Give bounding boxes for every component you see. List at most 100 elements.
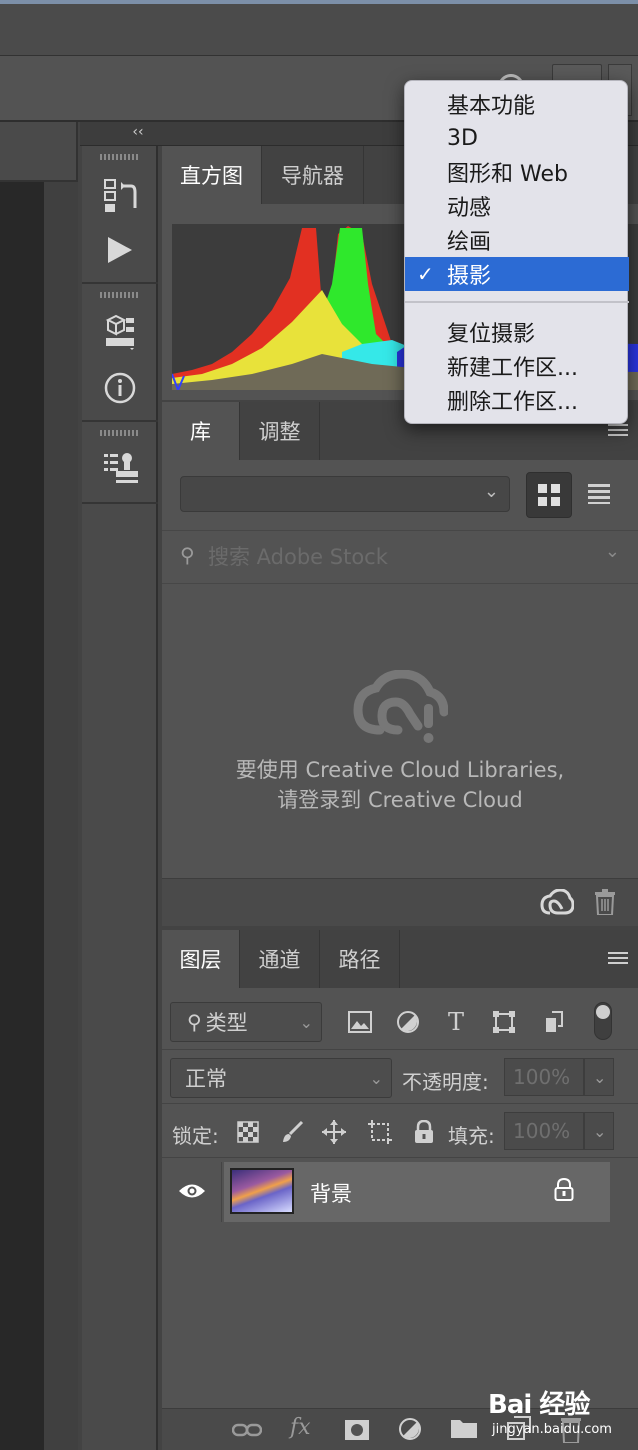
workspace-menu: 基本功能 3D 图形和 Web 动感 绘画 ✓ 摄影 复位摄影 新建工作区...… <box>404 80 629 424</box>
libraries-panel-menu-icon[interactable] <box>608 424 628 438</box>
watermark-text: Bai 经验 <box>488 1390 590 1420</box>
menu-item-painting[interactable]: 绘画 <box>405 223 629 257</box>
libraries-signin-message-line1: 要使用 Creative Cloud Libraries, <box>235 758 565 782</box>
layers-panel: 图层 通道 路径 ⚲ 类型 ⌄ T 正常 ⌄ 不透明度: 100% ⌄ 锁定: … <box>162 930 638 1450</box>
tab-channels[interactable]: 通道 <box>240 930 320 988</box>
watermark-url: jingyan.baidu.com <box>492 1422 612 1437</box>
menu-item-new-workspace[interactable]: 新建工作区... <box>405 349 629 383</box>
layer-name: 背景 <box>310 1182 352 1206</box>
lock-transparent-pixels-icon[interactable] <box>234 1118 262 1146</box>
collapsed-panel-icons <box>82 146 158 1450</box>
panel-group-grip[interactable] <box>100 154 140 160</box>
menu-item-reset-photography[interactable]: 复位摄影 <box>405 315 629 349</box>
tab-layers[interactable]: 图层 <box>162 930 240 988</box>
adjustment-icon[interactable] <box>398 1417 422 1441</box>
lock-all-icon[interactable] <box>410 1118 438 1146</box>
panel-group-grip[interactable] <box>100 430 140 436</box>
chevron-down-icon[interactable]: ⌄ <box>605 541 620 562</box>
menu-item-label: 删除工作区... <box>447 390 578 415</box>
fill-label: 填充: <box>448 1124 495 1148</box>
tab-navigator[interactable]: 导航器 <box>262 146 364 204</box>
smart-object-filter-icon[interactable] <box>540 1008 568 1036</box>
document-canvas[interactable] <box>0 182 44 1450</box>
layers-tab-bar: 图层 通道 路径 <box>162 930 638 988</box>
fill-chevron-icon[interactable]: ⌄ <box>584 1112 614 1150</box>
chevron-down-icon: ⌄ <box>483 481 499 502</box>
application-title-bar <box>0 0 638 56</box>
menu-item-delete-workspace[interactable]: 删除工作区... <box>405 383 629 417</box>
lock-image-pixels-brush-icon[interactable] <box>278 1118 306 1146</box>
filter-toggle-switch[interactable] <box>594 1002 612 1040</box>
menu-item-motion[interactable]: 动感 <box>405 189 629 223</box>
clone-source-stamp-icon[interactable] <box>100 448 140 488</box>
menu-item-label: 动感 <box>447 196 492 221</box>
panel-group-divider <box>82 420 158 422</box>
baidu-jingyan-watermark: Bai 经验 jingyan.baidu.com <box>488 1384 638 1444</box>
menu-item-label: 3D <box>447 125 478 151</box>
fill-field[interactable]: 100% <box>504 1112 584 1150</box>
blend-mode-select[interactable]: 正常 ⌄ <box>170 1058 392 1098</box>
creative-cloud-sync-icon[interactable] <box>540 889 574 917</box>
type-filter-icon[interactable]: T <box>442 1008 470 1036</box>
search-icon: ⚲ <box>187 1010 202 1034</box>
mask-icon[interactable] <box>344 1419 370 1441</box>
creative-cloud-error-icon <box>353 670 448 743</box>
list-view-button[interactable] <box>588 484 610 504</box>
canvas-scroll-edge <box>44 182 78 1450</box>
lock-position-move-icon[interactable] <box>320 1118 348 1146</box>
image-filter-icon[interactable] <box>346 1008 374 1036</box>
menu-item-photography[interactable]: ✓ 摄影 <box>405 257 629 291</box>
filter-type-select[interactable]: ⚲ 类型 ⌄ <box>170 1002 322 1042</box>
library-select[interactable]: ⌄ <box>180 476 510 512</box>
opacity-label: 不透明度: <box>402 1070 489 1094</box>
actions-play-icon[interactable] <box>100 230 140 270</box>
libraries-signin-message-line2: 请登录到 Creative Cloud <box>277 788 523 812</box>
3d-properties-icon[interactable] <box>100 312 140 352</box>
layer-filter-row: ⚲ 类型 ⌄ T <box>162 988 638 1050</box>
menu-item-essentials[interactable]: 基本功能 <box>405 87 629 121</box>
grid-view-button[interactable] <box>526 472 572 518</box>
tab-libraries[interactable]: 库 <box>162 402 240 460</box>
panel-group-grip[interactable] <box>100 292 140 298</box>
lock-label: 锁定: <box>172 1124 219 1148</box>
menu-item-label: 复位摄影 <box>447 322 536 347</box>
menu-item-label: 摄影 <box>447 264 492 289</box>
shape-filter-icon[interactable] <box>490 1008 518 1036</box>
layers-panel-menu-icon[interactable] <box>608 952 628 966</box>
menu-item-label: 图形和 Web <box>447 162 568 187</box>
chevron-down-icon: ⌄ <box>299 1012 313 1032</box>
lock-artboard-icon[interactable] <box>366 1118 394 1146</box>
history-icon[interactable] <box>100 176 140 216</box>
panel-group-divider <box>82 282 158 284</box>
adjustment-filter-icon[interactable] <box>394 1008 422 1036</box>
trash-icon[interactable] <box>594 889 616 915</box>
stock-search-placeholder: 搜索 Adobe Stock <box>208 545 388 569</box>
opacity-field[interactable]: 100% <box>504 1058 584 1096</box>
link-icon[interactable] <box>232 1421 262 1439</box>
search-icon: ⚲ <box>180 543 195 567</box>
menu-item-graphics-web[interactable]: 图形和 Web <box>405 155 629 189</box>
menu-item-3d[interactable]: 3D <box>405 121 629 155</box>
fx-icon[interactable]: fx <box>290 1415 311 1440</box>
libraries-panel: 库 调整 ⌄ ⚲ 搜索 Adobe Stock ⌄ 要使用 Creative C… <box>162 402 638 926</box>
panel-group-divider <box>82 502 158 504</box>
adobe-stock-search[interactable]: ⚲ 搜索 Adobe Stock ⌄ <box>162 530 638 584</box>
layer-lock-icon[interactable] <box>554 1178 574 1202</box>
tab-paths[interactable]: 路径 <box>320 930 400 988</box>
layer-visibility-eye-icon[interactable] <box>162 1162 222 1222</box>
menu-item-label: 绘画 <box>447 230 492 255</box>
chevron-down-icon: ⌄ <box>369 1068 383 1088</box>
info-icon[interactable] <box>100 368 140 408</box>
menu-item-label: 新建工作区... <box>447 356 578 381</box>
tab-adjustments[interactable]: 调整 <box>240 402 320 460</box>
blend-row: 正常 ⌄ 不透明度: 100% ⌄ <box>162 1050 638 1104</box>
lock-row: 锁定: 填充: 100% ⌄ <box>162 1104 638 1158</box>
collapse-panels-button[interactable]: ‹‹ <box>126 124 150 144</box>
layer-row[interactable]: 背景 <box>224 1162 610 1222</box>
tab-histogram[interactable]: 直方图 <box>162 146 262 204</box>
menu-item-label: 基本功能 <box>447 94 536 119</box>
folder-icon[interactable] <box>450 1417 478 1439</box>
opacity-chevron-icon[interactable]: ⌄ <box>584 1058 614 1096</box>
libraries-footer <box>162 878 638 926</box>
layer-thumbnail <box>230 1168 294 1214</box>
